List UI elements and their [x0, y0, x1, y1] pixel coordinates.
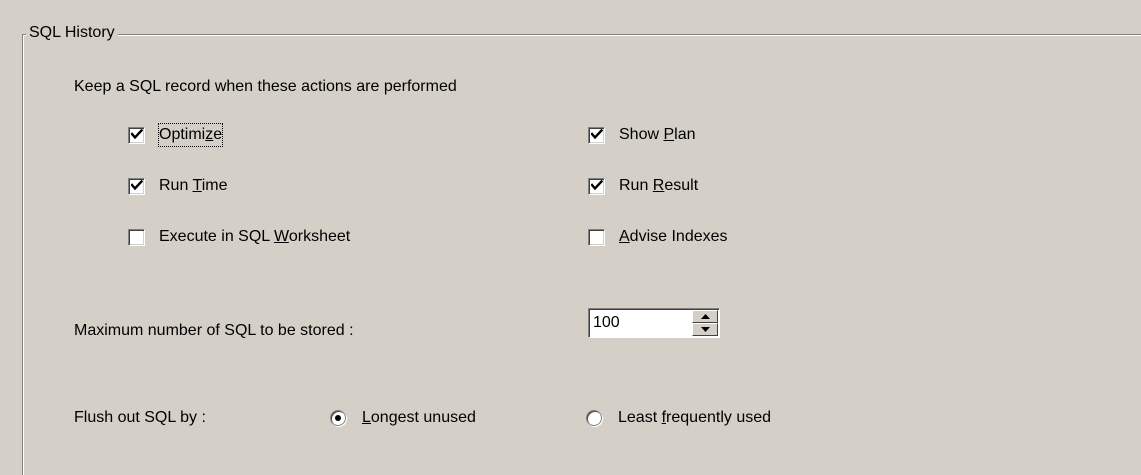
- longest-unused-radio[interactable]: Longest unused: [330, 407, 476, 429]
- spin-buttons: [692, 310, 718, 336]
- radio-dot-icon: [335, 415, 341, 421]
- checkmark-icon: [131, 128, 143, 142]
- flush-label: Flush out SQL by :: [74, 409, 206, 426]
- radio-button[interactable]: [586, 410, 602, 426]
- checkbox-box[interactable]: [128, 126, 145, 144]
- least-frequently-used-radio[interactable]: Least frequently used: [586, 407, 771, 429]
- run-result-label: Run Result: [619, 177, 699, 194]
- max-sql-spinner[interactable]: [588, 308, 720, 338]
- advise-indexes-checkbox[interactable]: Advise Indexes: [588, 226, 728, 248]
- groupbox-title: SQL History: [26, 22, 118, 44]
- arrow-up-icon: [700, 314, 710, 319]
- least-frequently-used-label: Least frequently used: [618, 409, 772, 426]
- execute-worksheet-checkbox[interactable]: Execute in SQL Worksheet: [128, 226, 350, 248]
- spin-up-button[interactable]: [692, 310, 718, 323]
- run-time-label: Run Time: [159, 177, 228, 194]
- checkbox-box[interactable]: [588, 177, 605, 195]
- advise-indexes-label: Advise Indexes: [619, 228, 728, 245]
- optimize-checkbox[interactable]: Optimize: [128, 123, 224, 147]
- run-result-checkbox[interactable]: Run Result: [588, 175, 698, 197]
- checkbox-box[interactable]: [588, 126, 605, 144]
- show-plan-checkbox[interactable]: Show Plan: [588, 124, 696, 146]
- max-sql-label: Maximum number of SQL to be stored :: [74, 322, 354, 339]
- arrow-down-icon: [700, 327, 710, 332]
- checkbox-box[interactable]: [128, 177, 145, 195]
- radio-button[interactable]: [330, 410, 346, 426]
- max-sql-input[interactable]: [593, 312, 673, 334]
- checkbox-box[interactable]: [588, 228, 605, 246]
- longest-unused-label: Longest unused: [362, 409, 476, 426]
- checkbox-box[interactable]: [128, 228, 145, 246]
- intro-text: Keep a SQL record when these actions are…: [74, 78, 457, 95]
- optimize-label: Optimize: [157, 123, 224, 147]
- run-time-checkbox[interactable]: Run Time: [128, 175, 227, 197]
- show-plan-label: Show Plan: [619, 126, 696, 143]
- spin-down-button[interactable]: [692, 323, 718, 336]
- checkmark-icon: [131, 179, 143, 193]
- checkmark-icon: [591, 128, 603, 142]
- checkmark-icon: [591, 179, 603, 193]
- execute-worksheet-label: Execute in SQL Worksheet: [159, 228, 351, 245]
